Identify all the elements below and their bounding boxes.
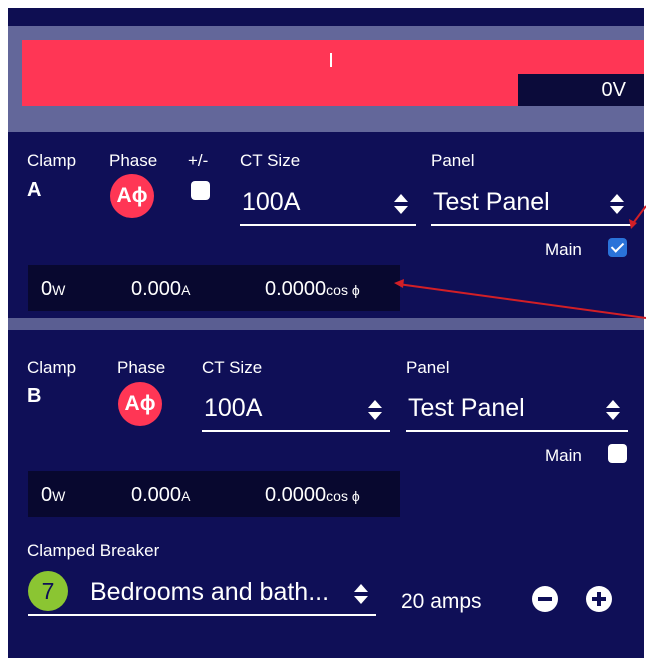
panel-select[interactable]: Test Panel <box>431 184 632 226</box>
voltage-bar: 0V <box>22 40 644 106</box>
readings-box: 0W 0.000A 0.0000cos ϕ <box>28 265 400 311</box>
phase-badge[interactable]: Aϕ <box>118 382 162 426</box>
ct-size-select[interactable]: 100A <box>240 184 416 226</box>
ct-size-label: CT Size <box>240 151 301 170</box>
breaker-select[interactable]: Bedrooms and bath... <box>28 574 376 616</box>
minus-circle-icon[interactable] <box>532 586 558 612</box>
main-label: Main <box>545 446 582 465</box>
ct-size-value: 100A <box>242 188 301 216</box>
left-margin <box>0 0 8 658</box>
panel-label: Panel <box>431 151 475 170</box>
clamp-letter: A <box>27 179 42 201</box>
power-factor-reading: 0.0000cos ϕ <box>265 484 360 506</box>
main-checkbox[interactable] <box>608 238 627 257</box>
clamp-letter: B <box>27 385 42 407</box>
main-label: Main <box>545 240 582 259</box>
main-checkbox[interactable] <box>608 444 627 463</box>
watts-reading: 0W <box>41 278 66 300</box>
sign-label: +/- <box>188 151 209 170</box>
select-arrows-icon <box>354 584 368 606</box>
ct-size-label: CT Size <box>202 358 263 377</box>
select-arrows-icon <box>610 194 624 216</box>
breaker-label: Clamped Breaker <box>27 541 160 560</box>
panel-value: Test Panel <box>433 188 550 216</box>
phase-badge[interactable]: Aϕ <box>110 174 154 218</box>
app-window: 0V Clamp A Phase Aϕ +/- CT Size 100A Pan… <box>8 8 644 658</box>
select-arrows-icon <box>606 400 620 422</box>
phase-label: Phase <box>117 358 166 377</box>
clamp-label: Clamp <box>27 151 77 170</box>
voltage-readout: 0V <box>518 74 644 106</box>
panel-label: Panel <box>406 358 450 377</box>
voltage-section: 0V <box>8 26 644 132</box>
breaker-amps: 20 amps <box>401 590 482 613</box>
clamp-label: Clamp <box>27 358 77 377</box>
amps-reading: 0.000A <box>131 278 191 300</box>
readings-box: 0W 0.000A 0.0000cos ϕ <box>28 471 400 517</box>
ct-size-value: 100A <box>204 394 263 422</box>
ct-size-select[interactable]: 100A <box>202 390 390 432</box>
watts-reading: 0W <box>41 484 66 506</box>
breaker-name: Bedrooms and bath... <box>90 578 330 606</box>
amps-reading: 0.000A <box>131 484 191 506</box>
panel-select[interactable]: Test Panel <box>406 390 628 432</box>
top-strip <box>8 8 644 26</box>
panel-value: Test Panel <box>408 394 525 422</box>
voltage-tick <box>330 53 332 67</box>
select-arrows-icon <box>368 400 382 422</box>
section-divider <box>8 318 644 330</box>
sign-checkbox[interactable] <box>191 181 210 200</box>
plus-circle-icon[interactable] <box>586 586 612 612</box>
select-arrows-icon <box>394 194 408 216</box>
power-factor-reading: 0.0000cos ϕ <box>265 278 360 300</box>
phase-label: Phase <box>109 151 158 170</box>
